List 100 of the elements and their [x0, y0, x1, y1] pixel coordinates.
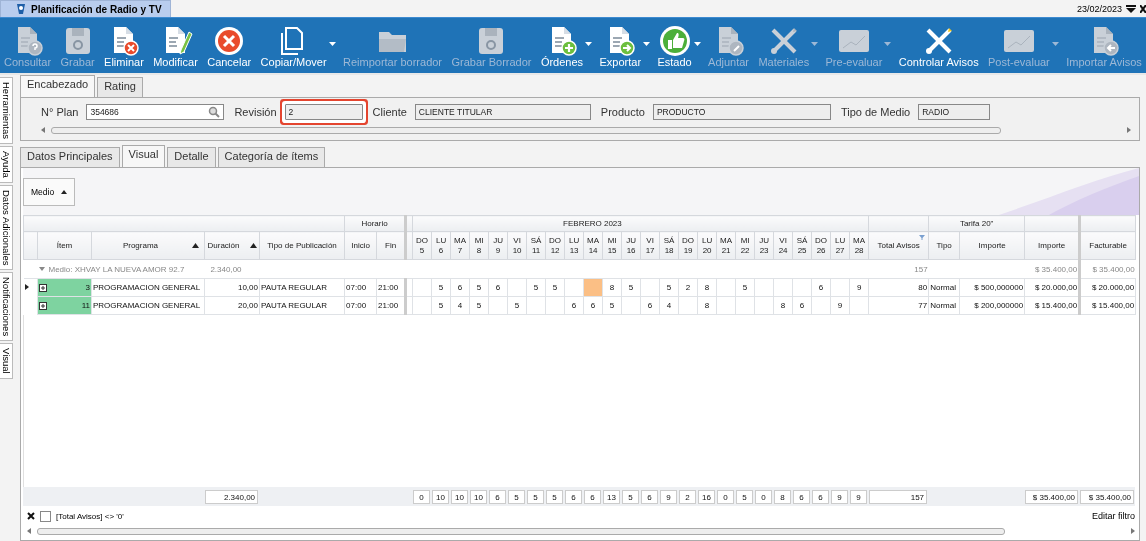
- input-field[interactable]: CLIENTE TITULAR: [414, 104, 591, 120]
- day-cell[interactable]: 5: [507, 296, 527, 315]
- day-cell[interactable]: 9: [849, 278, 869, 297]
- toolbar-button[interactable]: Cancelar: [205, 21, 254, 70]
- tab[interactable]: Encabezado: [20, 75, 96, 97]
- table-cell: $ 35.400,00: [1079, 259, 1136, 279]
- total-cell: 6: [489, 489, 507, 504]
- column-header[interactable]: Tipo de Publicación: [259, 231, 345, 260]
- total-cell: $ 35.400,00: [1080, 489, 1135, 504]
- day-cell[interactable]: 5: [735, 278, 755, 297]
- day-cell[interactable]: 4: [450, 296, 470, 315]
- day-cell[interactable]: 5: [431, 278, 451, 297]
- total-cell: 0: [717, 489, 735, 504]
- field-label: Revisión: [234, 106, 277, 118]
- field-label: N° Plan: [41, 106, 79, 118]
- tab[interactable]: Visual: [121, 145, 166, 167]
- total-cell: 9: [831, 489, 849, 504]
- table-cell: 80: [868, 278, 929, 297]
- tab[interactable]: Datos Principales: [20, 147, 120, 167]
- day-cell[interactable]: 6: [640, 296, 660, 315]
- day-cell[interactable]: 5: [469, 278, 489, 297]
- day-cell[interactable]: 5: [659, 278, 679, 297]
- column-header[interactable]: Programa: [91, 231, 205, 260]
- side-tab[interactable]: Herramientas: [0, 77, 13, 145]
- tab[interactable]: Detalle: [167, 147, 216, 167]
- column-group-header: FEBRERO 2023: [412, 215, 869, 232]
- total-cell: 5: [546, 489, 564, 504]
- table-cell: Normal: [928, 278, 960, 297]
- column-header[interactable]: Facturable: [1079, 231, 1136, 260]
- table-cell: $ 20.000,00: [1079, 278, 1136, 297]
- column-group-header: Horario: [344, 215, 406, 232]
- day-cell[interactable]: 5: [469, 296, 489, 315]
- field-label: Cliente: [372, 106, 407, 118]
- day-cell[interactable]: 8: [697, 278, 717, 297]
- table-cell: 10,00: [204, 278, 260, 297]
- day-cell[interactable]: 9: [830, 296, 850, 315]
- day-cell[interactable]: 2: [678, 278, 698, 297]
- day-cell[interactable]: 6: [583, 296, 603, 315]
- total-cell: 5: [508, 489, 526, 504]
- side-tab[interactable]: Ayuda: [0, 146, 13, 183]
- group-by-button[interactable]: Medio: [23, 177, 76, 206]
- tab[interactable]: Categoría de ítems: [217, 147, 326, 167]
- group-duration-total: 2.340,00: [210, 264, 242, 274]
- total-cell: 10: [451, 489, 469, 504]
- input-field[interactable]: PRODUCTO: [652, 104, 831, 120]
- date-label: 23/02/2023: [1076, 3, 1122, 14]
- side-tab[interactable]: Notificaciones: [0, 272, 13, 342]
- toolbar-button[interactable]: Eliminar: [102, 21, 146, 70]
- toolbar-button[interactable]: Controlar Avisos: [896, 21, 981, 70]
- day-cell[interactable]: 5: [526, 278, 546, 297]
- total-cell: $ 35.400,00: [1025, 489, 1079, 504]
- total-cell: 10: [432, 489, 450, 504]
- side-tab[interactable]: Visual: [0, 343, 13, 380]
- total-cell: 6: [565, 489, 583, 504]
- app-tab[interactable]: Planificación de Radio y TV: [0, 0, 171, 17]
- column-header[interactable]: Total Avisos: [868, 231, 929, 260]
- toolbar-button[interactable]: Estado: [655, 21, 694, 70]
- day-cell[interactable]: 6: [792, 296, 812, 315]
- toolbar-button[interactable]: Órdenes: [538, 21, 586, 70]
- table-cell: PAUTA REGULAR: [259, 278, 345, 297]
- toolbar-button[interactable]: Exportar: [597, 21, 644, 70]
- input-field[interactable]: RADIO: [918, 104, 991, 120]
- table-cell: PROGRAMACION GENERAL: [91, 296, 205, 315]
- table-cell: 07:00: [344, 296, 377, 315]
- table-cell: 157: [868, 259, 929, 279]
- day-cell[interactable]: 6: [811, 278, 831, 297]
- total-cell: 5: [527, 489, 545, 504]
- toolbar-button[interactable]: Copiar/Mover: [258, 21, 329, 70]
- filter-expression: [Total Avisos] <> '0': [56, 511, 124, 521]
- table-cell: 77: [868, 296, 929, 315]
- total-cell: 9: [660, 489, 678, 504]
- group-label: Medio: XHVAY LA NUEVA AMOR 92.7: [48, 264, 185, 274]
- field-label: Tipo de Medio: [840, 106, 911, 118]
- day-cell[interactable]: 4: [659, 296, 679, 315]
- total-cell: 9: [850, 489, 868, 504]
- input-field[interactable]: 354686: [86, 104, 225, 120]
- total-cell: 13: [603, 489, 621, 504]
- day-cell[interactable]: 8: [697, 296, 717, 315]
- day-cell[interactable]: 6: [564, 296, 584, 315]
- table-cell: $ 200,000000: [959, 296, 1025, 315]
- day-cell[interactable]: 5: [431, 296, 451, 315]
- total-cell: 6: [793, 489, 811, 504]
- table-cell: Normal: [928, 296, 960, 315]
- tab[interactable]: Rating: [97, 77, 143, 97]
- column-group-header: Tarifa 20": [928, 215, 1025, 232]
- total-cell: 2: [679, 489, 697, 504]
- total-cell: 10: [470, 489, 488, 504]
- edit-filter-link[interactable]: Editar filtro: [1092, 511, 1135, 521]
- day-cell[interactable]: 5: [602, 296, 622, 315]
- day-cell[interactable]: 6: [450, 278, 470, 297]
- day-cell[interactable]: 8: [602, 278, 622, 297]
- side-tab[interactable]: Datos Adicionales: [0, 184, 13, 271]
- column-header[interactable]: Importe: [959, 231, 1025, 260]
- day-cell[interactable]: 5: [621, 278, 641, 297]
- toolbar-button[interactable]: Modificar: [151, 21, 200, 70]
- total-cell: 5: [622, 489, 640, 504]
- day-cell[interactable]: 6: [488, 278, 508, 297]
- day-cell[interactable]: 8: [773, 296, 793, 315]
- day-cell[interactable]: 5: [545, 278, 565, 297]
- table-cell: PROGRAMACION GENERAL: [91, 278, 205, 297]
